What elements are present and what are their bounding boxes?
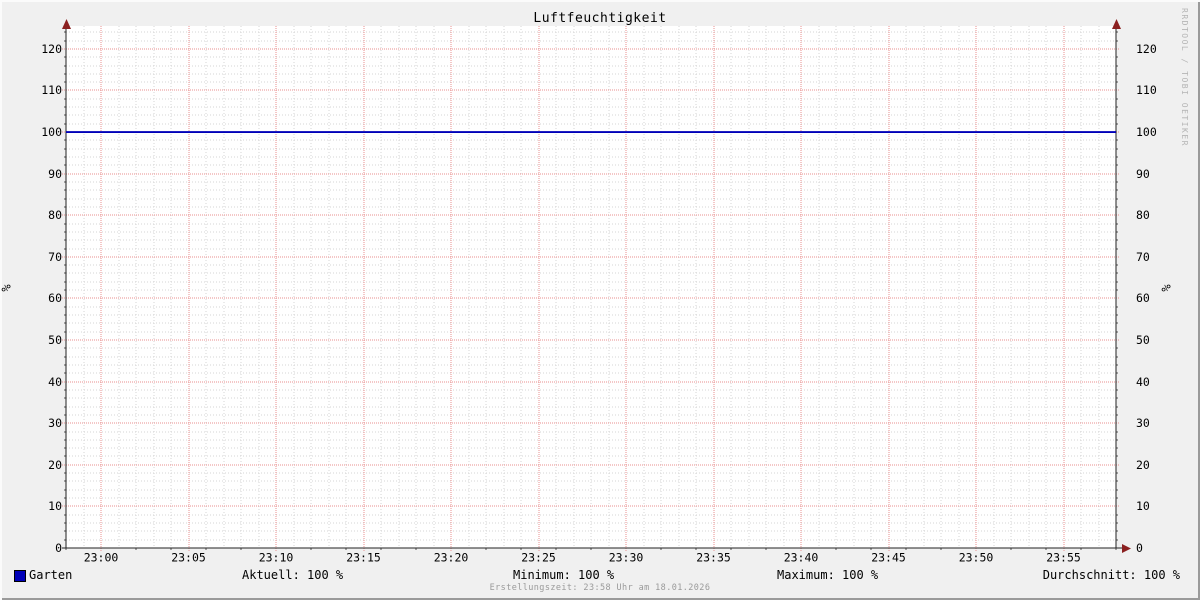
creation-time: Erstellungszeit: 23:58 Uhr am 18.01.2026 [489, 583, 711, 593]
x-tick-label: 23:25 [521, 551, 556, 565]
stat-maximum: Maximum: 100 % [777, 568, 879, 582]
rrdtool-humidity-graph: 0 0 10 10 20 20 30 30 40 40 50 50 60 60 70 70 80 80 90 90 10… [0, 0, 1200, 600]
chart-title: Luftfeuchtigkeit [533, 11, 667, 26]
y-tick-label-left: 90 [48, 167, 62, 181]
x-tick-label: 23:55 [1046, 551, 1081, 565]
y-axis-label-left: % [0, 284, 14, 292]
y-tick-label-left: 30 [48, 416, 62, 430]
legend-series-label: Garten [29, 568, 73, 582]
y-tick-label-right: 120 [1136, 42, 1157, 56]
y-axis-label-right: % [1159, 284, 1174, 292]
x-tick-label: 23:15 [346, 551, 381, 565]
y-tick-label-right: 60 [1136, 291, 1150, 305]
y-tick-label-right: 70 [1136, 250, 1150, 264]
y-tick-label-right: 0 [1136, 541, 1143, 555]
y-tick-label-right: 110 [1136, 83, 1157, 97]
x-tick-label: 23:00 [84, 551, 119, 565]
y-tick-label-left: 60 [48, 291, 62, 305]
x-tick-label: 23:40 [784, 551, 819, 565]
x-tick-label: 23:50 [959, 551, 994, 565]
y-tick-label-left: 20 [48, 458, 62, 472]
y-tick-label-left: 50 [48, 333, 62, 347]
x-tick-label: 23:10 [259, 551, 294, 565]
y-tick-label-right: 80 [1136, 208, 1150, 222]
y-tick-label-right: 10 [1136, 499, 1150, 513]
chart-plot-area: 0 0 10 10 20 20 30 30 40 40 50 50 60 60 70 70 80 80 90 90 10… [41, 19, 1157, 565]
x-tick-label: 23:45 [871, 551, 906, 565]
y-tick-label-left: 10 [48, 499, 62, 513]
x-tick-label: 23:30 [609, 551, 644, 565]
y-tick-label-right: 100 [1136, 125, 1157, 139]
y-tick-label-right: 40 [1136, 375, 1150, 389]
stat-aktuell: Aktuell: 100 % [242, 568, 344, 582]
y-tick-label-left: 40 [48, 375, 62, 389]
x-tick-label: 23:35 [696, 551, 731, 565]
y-tick-label-right: 90 [1136, 167, 1150, 181]
y-tick-label-right: 30 [1136, 416, 1150, 430]
x-tick-label: 23:20 [434, 551, 469, 565]
y-tick-label-left: 0 [55, 541, 62, 555]
stat-minimum: Minimum: 100 % [513, 568, 615, 582]
x-tick-label: 23:05 [171, 551, 206, 565]
y-tick-label-left: 100 [41, 125, 62, 139]
y-tick-label-left: 110 [41, 83, 62, 97]
legend-swatch-garten [14, 570, 26, 582]
rrdtool-watermark: RRDTOOL / TOBI OETIKER [1180, 8, 1189, 147]
y-tick-label-left: 80 [48, 208, 62, 222]
stat-durchschnitt: Durchschnitt: 100 % [1042, 568, 1180, 582]
legend: Garten Aktuell: 100 % Minimum: 100 % Max… [0, 568, 1200, 584]
y-tick-label-left: 120 [41, 42, 62, 56]
y-tick-label-left: 70 [48, 250, 62, 264]
y-tick-label-right: 20 [1136, 458, 1150, 472]
y-tick-label-right: 50 [1136, 333, 1150, 347]
